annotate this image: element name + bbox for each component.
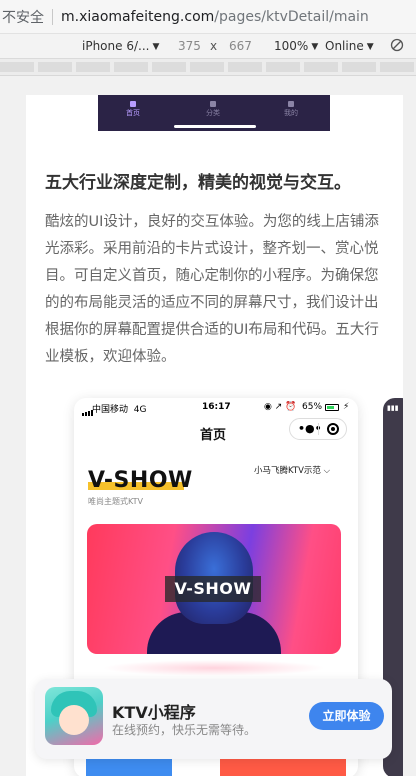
url-path[interactable]: /pages/ktvDetail/main <box>214 9 369 25</box>
shop-selector-label: 小马飞腾KTV示范 <box>254 466 321 476</box>
user-icon <box>288 101 294 107</box>
brand-subtitle: 唯尚主题式KTV <box>88 497 143 506</box>
capsule-divider <box>318 423 319 435</box>
ruler-segment[interactable] <box>228 62 262 72</box>
miniprogram-capsule: •●• <box>289 418 347 440</box>
shop-selector[interactable]: 小马飞腾KTV示范 ⌵ <box>254 464 330 476</box>
promo-subtitle: 在线预约，快乐无需等待。 <box>112 723 257 737</box>
nav-title: 首页 <box>200 428 227 443</box>
preview-tab-home: 首页 <box>118 101 148 118</box>
charging-icon: ⚡ <box>343 402 350 412</box>
ktv-mascot-avatar <box>45 687 103 745</box>
network-select[interactable]: Online ▼ <box>325 39 374 53</box>
preview-tab-label: 我的 <box>284 109 298 117</box>
caret-down-icon: ▼ <box>366 42 374 52</box>
signal-icon: ▮▮▮ <box>387 404 399 412</box>
viewport-width-input[interactable]: 375 <box>178 39 201 53</box>
caret-down-icon: ▼ <box>152 42 160 52</box>
ruler-segment[interactable] <box>76 62 110 72</box>
url-host[interactable]: m.xiaomafeiteng.com <box>61 9 214 25</box>
status-bar: 中国移动 4G 16:17 ◉ ↗ ⏰ 65% ⚡ <box>74 398 358 416</box>
ruler-segment[interactable] <box>190 62 224 72</box>
carrier-label: 中国移动 <box>92 405 129 415</box>
preview-tab-label: 分类 <box>206 109 220 117</box>
address-divider <box>52 8 53 25</box>
try-now-button[interactable]: 立即体验 <box>309 702 384 730</box>
battery-percent: 65% <box>302 402 323 412</box>
zoom-select[interactable]: 100% ▼ <box>274 39 318 53</box>
promo-card[interactable]: KTV小程序 在线预约，快乐无需等待。 立即体验 <box>35 679 392 759</box>
ruler-segment[interactable] <box>380 62 414 72</box>
ruler-segment[interactable] <box>152 62 186 72</box>
network-select-label: Online <box>325 39 364 53</box>
caret-down-icon: ▼ <box>311 42 319 52</box>
device-toolbar: iPhone 6/... ▼ 375 x 667 100% ▼ Online ▼ <box>0 34 416 59</box>
zoom-select-label: 100% <box>274 39 309 53</box>
media-query-ruler <box>0 59 416 76</box>
promo-title: KTV小程序 <box>112 703 196 722</box>
home-icon <box>130 101 136 107</box>
viewport-height-input[interactable]: 667 <box>229 39 252 53</box>
dimension-separator: x <box>210 39 218 53</box>
ruler-segment[interactable] <box>114 62 148 72</box>
banner-label: V-SHOW <box>165 576 261 602</box>
banner-image[interactable]: V-SHOW <box>87 524 341 654</box>
preview-tabbar-screenshot: 首页 分类 我的 <box>98 95 330 131</box>
network-type: 4G <box>133 405 147 415</box>
feature-title: 五大行业深度定制，精美的视觉与交互。 <box>45 173 351 193</box>
ktv-detail-page: 首页 分类 我的 五大行业深度定制，精美的视觉与交互。 酷炫的UI设计，良好的交… <box>26 95 403 776</box>
mascot-face <box>59 705 89 735</box>
home-indicator <box>174 125 256 128</box>
status-time: 16:17 <box>202 402 231 412</box>
carrier-name: 中国移动 4G <box>92 402 146 415</box>
category-icon <box>210 101 216 107</box>
preview-tab-label: 首页 <box>126 109 140 117</box>
battery-icon <box>325 404 339 411</box>
chevron-down-icon: ⌵ <box>323 466 331 476</box>
ruler-segment[interactable] <box>304 62 338 72</box>
close-circle-icon[interactable] <box>327 423 339 435</box>
device-select-label: iPhone 6/... <box>82 39 150 53</box>
ruler-segment[interactable] <box>0 62 34 72</box>
device-select[interactable]: iPhone 6/... ▼ <box>82 39 159 53</box>
preview-tab-mine: 我的 <box>276 101 306 118</box>
banner-glow <box>102 660 326 676</box>
status-icons: ◉ ↗ ⏰ <box>264 402 297 412</box>
feature-description: 酷炫的UI设计，良好的交互体验。为您的线上店铺添光添彩。采用前沿的卡片式设计，整… <box>45 214 379 365</box>
ruler-segment[interactable] <box>266 62 300 72</box>
preview-tab-category: 分类 <box>198 101 228 118</box>
brand-logo: V-SHOW <box>88 468 193 493</box>
ruler-segment[interactable] <box>38 62 72 72</box>
address-bar[interactable]: 不安全 m.xiaomafeiteng.com /pages/ktvDetail… <box>0 0 416 34</box>
ruler-segment[interactable] <box>342 62 376 72</box>
battery-fill <box>327 406 334 409</box>
security-indicator[interactable]: 不安全 <box>0 7 44 27</box>
rotate-icon[interactable] <box>390 38 404 55</box>
